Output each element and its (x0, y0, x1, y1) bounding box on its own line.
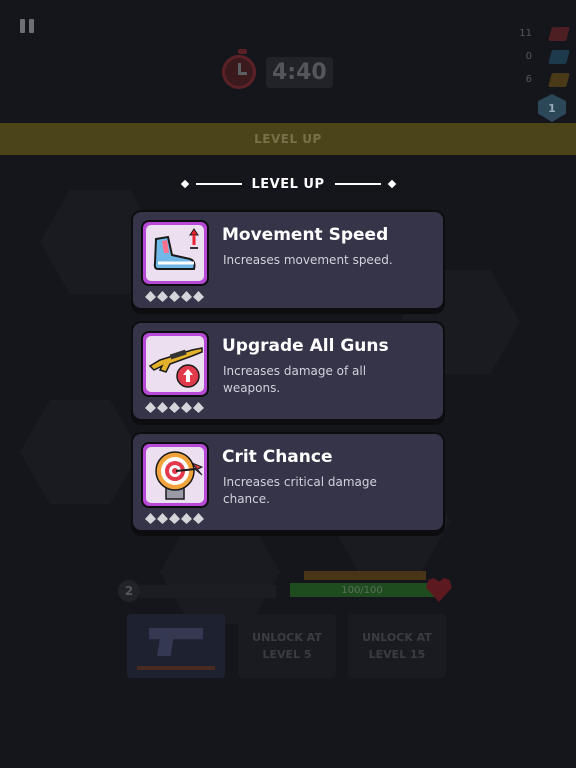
gold-gem-icon (548, 72, 570, 87)
pause-icon (29, 19, 34, 33)
star-rating (145, 291, 204, 302)
level-up-banner: LEVEL UP (0, 123, 576, 155)
unlock-label: UNLOCK AT LEVEL 15 (362, 631, 432, 661)
star-icon (145, 402, 156, 413)
star-icon (157, 513, 168, 524)
star-icon (169, 402, 180, 413)
player-level: 2 (118, 580, 140, 602)
upgrade-name: Crit Chance (222, 447, 333, 467)
health-bar: 100/100 (290, 571, 460, 605)
heart-icon (426, 578, 452, 602)
diamond-ornament-icon (387, 179, 396, 189)
currency-row: 11 (508, 22, 570, 45)
round-timer: 4:40 (222, 49, 333, 92)
pause-button[interactable] (20, 19, 34, 33)
pistol-icon (149, 628, 203, 656)
upgrade-icon-frame (141, 331, 209, 397)
level-up-header: LEVEL UP (0, 174, 576, 194)
star-icon (193, 513, 204, 524)
upgrade-card-movement-speed[interactable]: Movement Speed Increases movement speed. (131, 210, 445, 310)
level-up-title: LEVEL UP (251, 176, 325, 192)
blue-gem-icon (548, 49, 570, 64)
star-icon (145, 513, 156, 524)
star-rating (145, 402, 204, 413)
weapon-slot-1 (127, 614, 225, 678)
upgrade-card-crit-chance[interactable]: Crit Chance Increases critical damage ch… (131, 432, 445, 532)
banner-text: LEVEL UP (254, 132, 322, 146)
divider-line (334, 183, 381, 185)
weapon-slot-3: UNLOCK AT LEVEL 15 (348, 614, 446, 678)
unlock-label: UNLOCK AT LEVEL 5 (252, 631, 322, 661)
rifle-upgrade-icon (148, 347, 203, 388)
timer-value: 4:40 (266, 56, 333, 88)
background-hex (20, 400, 140, 504)
pause-icon (20, 19, 25, 33)
currency-row: 6 (508, 68, 570, 91)
currency-count: 11 (519, 28, 532, 39)
health-fill: 100/100 (290, 583, 434, 597)
diamond-ornament-icon (180, 179, 189, 189)
armor-bar (304, 571, 426, 580)
red-gem-icon (548, 26, 570, 41)
upgrade-icon-frame (141, 442, 209, 508)
star-icon (145, 291, 156, 302)
weapon-cooldown-bar (137, 666, 215, 670)
xp-bar: 2 (118, 580, 278, 602)
upgrade-icon-frame (141, 220, 209, 286)
upgrade-description: Increases movement speed. (223, 253, 393, 267)
upgrade-name: Movement Speed (222, 225, 389, 245)
shield-level: 1 (548, 101, 556, 115)
divider-line (195, 183, 242, 185)
background-hex (160, 520, 280, 624)
star-icon (157, 291, 168, 302)
currency-row: 0 (508, 45, 570, 68)
star-icon (181, 513, 192, 524)
star-icon (181, 291, 192, 302)
health-value: 100/100 (341, 584, 383, 596)
target-dart-icon (155, 451, 204, 500)
stopwatch-icon (222, 49, 256, 89)
shield-level-badge: 1 (538, 94, 566, 122)
currency-count: 0 (525, 51, 532, 62)
star-icon (193, 402, 204, 413)
star-icon (169, 291, 180, 302)
star-icon (157, 402, 168, 413)
star-icon (193, 291, 204, 302)
currency-panel: 11 0 6 (508, 22, 570, 91)
upgrade-description: Increases critical damage chance. (223, 475, 377, 506)
upgrade-card-upgrade-all-guns[interactable]: Upgrade All Guns Increases damage of all… (131, 321, 445, 421)
weapon-slot-2: UNLOCK AT LEVEL 5 (238, 614, 336, 678)
xp-progress (140, 585, 276, 598)
upgrade-name: Upgrade All Guns (222, 336, 389, 356)
star-icon (169, 513, 180, 524)
currency-count: 6 (525, 74, 532, 85)
upgrade-description: Increases damage of all weapons. (223, 364, 367, 395)
star-icon (181, 402, 192, 413)
star-rating (145, 513, 204, 524)
sneaker-speed-icon (153, 228, 199, 270)
